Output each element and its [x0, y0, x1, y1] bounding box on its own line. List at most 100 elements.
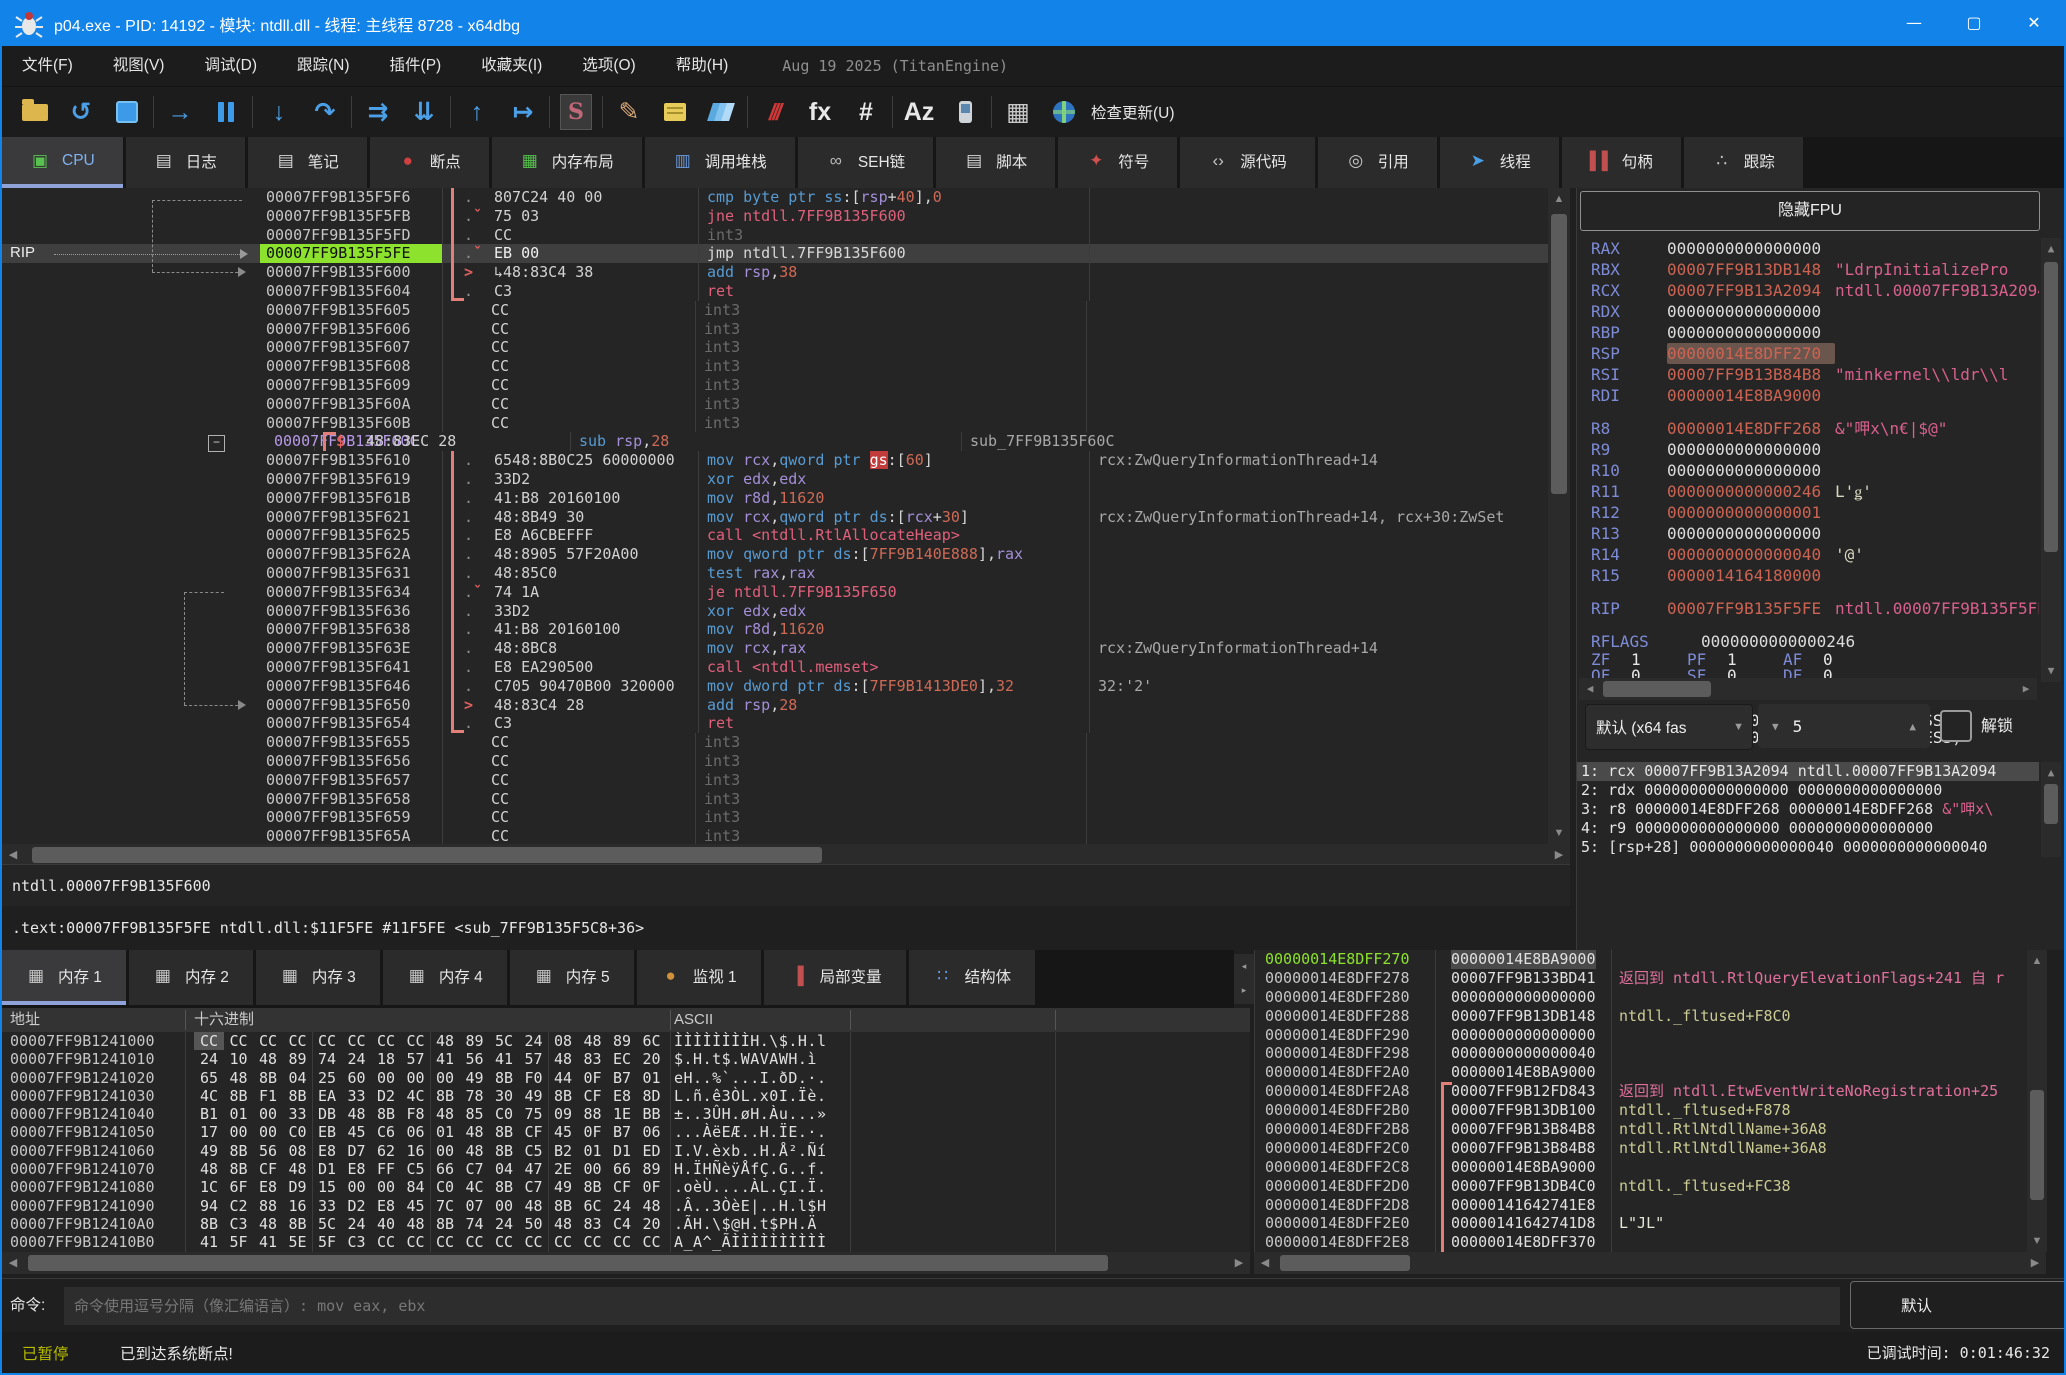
register-row[interactable]: R150000014164180000 — [1577, 565, 2039, 586]
scroll-down-icon[interactable]: ▼ — [2041, 660, 2061, 682]
scroll-right-icon[interactable]: ▶ — [2024, 1252, 2046, 1274]
strings-icon[interactable]: Aᴢ — [896, 92, 942, 132]
stack-row[interactable]: 00000014E8DFF2B800007FF9B13B84B8ntdll.Rt… — [1255, 1120, 2047, 1139]
disasm-vertical-scrollbar[interactable]: ▲ ▼ — [1548, 188, 1570, 844]
tab-source[interactable]: ‹›源代码 — [1180, 137, 1315, 188]
register-row[interactable]: R120000000000000001 — [1577, 502, 2039, 523]
stop-icon[interactable] — [104, 92, 150, 132]
stack-row[interactable]: 00000014E8DFF2A800007FF9B12FD843返回到 ntdl… — [1255, 1082, 2047, 1101]
stack-row[interactable]: 00000014E8DFF2800000000000000000 — [1255, 988, 2047, 1007]
open-file-icon[interactable] — [12, 92, 58, 132]
memory-row[interactable]: 00007FF9B1241070488BCF48D1E8FFC566C70447… — [2, 1160, 1250, 1178]
run-icon[interactable]: → — [157, 92, 203, 132]
scroll-right-icon[interactable]: ▶ — [1228, 1252, 1250, 1274]
stack-row[interactable]: 00000014E8DFF2A000000014E8BA9000 — [1255, 1063, 2047, 1082]
scroll-right-icon[interactable]: ▶ — [1548, 844, 1570, 866]
register-row[interactable]: RSI00007FF9B13B84B8"minkernel\\ldr\\l — [1577, 364, 2039, 385]
scroll-left-icon[interactable]: ◀ — [1254, 1252, 1276, 1274]
disasm-horizontal-scrollbar[interactable]: ◀ ▶ — [2, 844, 1570, 866]
menu-item-D[interactable]: 调试(D) — [184, 46, 277, 86]
tab-log[interactable]: ▤日志 — [126, 137, 245, 188]
register-row[interactable]: RAX0000000000000000 — [1577, 238, 2039, 259]
register-row[interactable]: RBX00007FF9B13DB148"LdrpInitializePro — [1577, 259, 2039, 280]
menu-item-O[interactable]: 选项(O) — [562, 46, 655, 86]
tab-watch-1[interactable]: ●监视 1 — [637, 950, 761, 1005]
comment-note-icon[interactable] — [652, 92, 698, 132]
fx-icon[interactable]: fx — [797, 92, 843, 132]
argument-row[interactable]: 2: rdx 0000000000000000 0000000000000000 — [1577, 781, 2039, 800]
tab-handles[interactable]: ▌▌句柄 — [1562, 137, 1681, 188]
menu-item-V[interactable]: 视图(V) — [93, 46, 185, 86]
memory-row[interactable]: 00007FF9B124102065488B042560000000498BF0… — [2, 1069, 1250, 1087]
memory-row[interactable]: 00007FF9B1241040B1010033DB488BF84885C075… — [2, 1105, 1250, 1123]
register-row[interactable]: R800000014E8DFF268&"呷x\n€|$@" — [1577, 418, 2039, 439]
stack-row[interactable]: 00000014E8DFF2B000007FF9B13DB100ntdll._f… — [1255, 1101, 2047, 1120]
scroll-down-icon[interactable]: ▼ — [1548, 822, 1570, 844]
register-row[interactable]: RCX00007FF9B13A2094ntdll.00007FF9B13A209… — [1577, 280, 2039, 301]
stack-row[interactable]: 00000014E8DFF28800007FF9B13DB148ntdll._f… — [1255, 1007, 2047, 1026]
register-row[interactable]: R140000000000000040'@' — [1577, 544, 2039, 565]
spinner-up-icon[interactable]: ▲ — [1895, 720, 1930, 733]
hide-fpu-button[interactable]: 隐藏FPU — [1580, 191, 2040, 231]
command-input[interactable] — [64, 1287, 1840, 1325]
stack-horizontal-scrollbar[interactable]: ◀ ▶ — [1254, 1252, 2046, 1274]
step-into-icon[interactable]: ↓ — [256, 92, 302, 132]
register-row[interactable]: RIP00007FF9B135F5FEntdll.00007FF9B135F5F… — [1577, 598, 2039, 619]
stack-row[interactable]: 00000014E8DFF2980000000000000040 — [1255, 1044, 2047, 1063]
scroll-left-icon[interactable]: ◀ — [2, 844, 24, 866]
tab-dump-1[interactable]: ▦内存 1 — [2, 950, 126, 1005]
scroll-up-icon[interactable]: ▲ — [2041, 762, 2061, 784]
tab-struct[interactable]: ∷结构体 — [909, 950, 1036, 1005]
scroll-down-icon[interactable]: ▼ — [2027, 1230, 2047, 1252]
trace-over-icon[interactable]: ⇉ — [355, 92, 401, 132]
register-row[interactable]: R90000000000000000 — [1577, 439, 2039, 460]
stack-row[interactable]: 00000014E8DFF27000000014E8BA9000 — [1255, 950, 2047, 969]
menu-item-H[interactable]: 帮助(H) — [656, 46, 749, 86]
hash-icon[interactable]: # — [843, 92, 889, 132]
memory-row[interactable]: 00007FF9B1241010241048897424185741564157… — [2, 1050, 1250, 1068]
minimize-button[interactable]: — — [1884, 2, 1944, 46]
register-row[interactable]: RBP0000000000000000 — [1577, 322, 2039, 343]
s-toggle-icon[interactable]: S — [553, 92, 599, 132]
stack-row[interactable]: 00000014E8DFF2C800000014E8BA9000 — [1255, 1158, 2047, 1177]
favourites-icon[interactable] — [698, 92, 744, 132]
argument-row[interactable]: 5: [rsp+28] 0000000000000040 00000000000… — [1577, 838, 2039, 857]
stack-vertical-scrollbar[interactable]: ▲ ▼ — [2027, 950, 2047, 1252]
close-button[interactable]: ✕ — [2004, 2, 2064, 46]
tab-call-stack[interactable]: ▥调用堆栈 — [645, 137, 795, 188]
scroll-up-icon[interactable]: ▲ — [2027, 950, 2047, 972]
memory-horizontal-scrollbar[interactable]: ◀ ▶ — [2, 1252, 1250, 1274]
stack-row[interactable]: 00000014E8DFF2C000007FF9B13B84B8ntdll.Rt… — [1255, 1139, 2047, 1158]
maximize-button[interactable]: ▢ — [1944, 2, 2004, 46]
tab-notes[interactable]: ▤笔记 — [248, 137, 367, 188]
scroll-up-icon[interactable]: ▲ — [1548, 188, 1570, 210]
memory-row[interactable]: 00007FF9B1241000CCCCCCCCCCCCCCCC48895C24… — [2, 1032, 1250, 1050]
tab-locals[interactable]: ▐局部变量 — [764, 950, 906, 1005]
calling-convention-dropdown[interactable]: 默认 (x64 fas▼ — [1585, 704, 1753, 750]
pause-icon[interactable] — [203, 92, 249, 132]
memory-row[interactable]: 00007FF9B1241060498B5608E8D7621600488BC5… — [2, 1142, 1250, 1160]
command-profile-dropdown[interactable]: 默认▼ — [1850, 1281, 2066, 1329]
stack-row[interactable]: 00000014E8DFF2E800000014E8DFF370 — [1255, 1233, 2047, 1252]
collapse-function-toggle[interactable]: − — [208, 435, 225, 452]
phone-icon[interactable] — [942, 92, 988, 132]
tab-trace[interactable]: ∴跟踪 — [1684, 137, 1803, 188]
menu-item-N[interactable]: 跟踪(N) — [277, 46, 370, 86]
memory-row[interactable]: 00007FF9B12410A08BC3488B5C2440488B742450… — [2, 1215, 1250, 1233]
argument-count-spinner[interactable]: ▼ 5 ▲ — [1758, 704, 1930, 748]
memory-row[interactable]: 00007FF9B124109094C2881633D2E8457C070048… — [2, 1197, 1250, 1215]
register-row[interactable]: R100000000000000000 — [1577, 460, 2039, 481]
tab-dump-5[interactable]: ▦内存 5 — [510, 950, 634, 1005]
scroll-right-icon[interactable]: ▶ — [2015, 678, 2037, 700]
scroll-up-icon[interactable]: ▲ — [2041, 238, 2061, 260]
stack-row[interactable]: 00000014E8DFF2D000007FF9B13DB4C0ntdll._f… — [1255, 1177, 2047, 1196]
registers-vertical-scrollbar[interactable]: ▲ ▼ — [2041, 238, 2061, 682]
argument-row[interactable]: 4: r9 0000000000000000 0000000000000000 — [1577, 819, 2039, 838]
register-row[interactable]: R130000000000000000 — [1577, 523, 2039, 544]
memory-row[interactable]: 00007FF9B1241050170000C0EB45C60601488BCF… — [2, 1123, 1250, 1141]
step-over-icon[interactable]: ↷ — [302, 92, 348, 132]
restart-icon[interactable]: ↺ — [58, 92, 104, 132]
tab-dump-4[interactable]: ▦内存 4 — [383, 950, 507, 1005]
unlock-checkbox[interactable] — [1940, 710, 1972, 742]
tab-breakpoints[interactable]: ●断点 — [370, 137, 489, 188]
